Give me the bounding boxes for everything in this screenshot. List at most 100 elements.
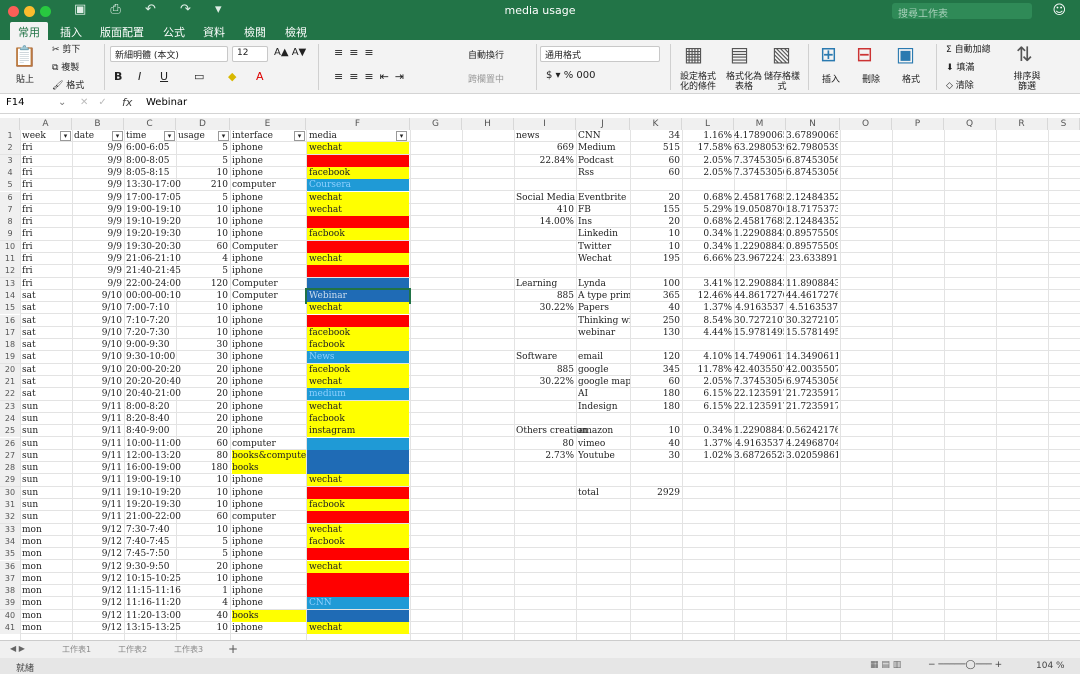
cell[interactable]: Lynda [578, 278, 630, 290]
cell[interactable]: 0.34% [682, 228, 732, 240]
cell[interactable]: Ins [578, 216, 630, 228]
cell[interactable]: 10 [178, 622, 228, 634]
cell[interactable]: week [22, 130, 46, 142]
cell[interactable]: iphone [232, 315, 306, 327]
cell[interactable]: iphone [232, 265, 306, 277]
cell[interactable]: 0.89575509 [786, 228, 838, 240]
cell[interactable]: 42.4035507 [734, 364, 784, 376]
cell[interactable]: 10 [178, 216, 228, 228]
row-header[interactable]: 10 [0, 240, 20, 253]
media-cell[interactable]: facbook [307, 339, 409, 352]
row-header[interactable]: 23 [0, 400, 20, 413]
row-header[interactable]: 37 [0, 572, 20, 585]
cell[interactable]: 9/12 [74, 548, 122, 560]
cell[interactable]: iphone [232, 388, 306, 400]
sheet-tab-3[interactable]: 工作表3 [174, 644, 203, 655]
cell[interactable]: 21:06-21:10 [126, 253, 181, 265]
sort-filter-button[interactable]: 排序與篩選 [1012, 72, 1042, 92]
cell[interactable]: 9/10 [74, 290, 122, 302]
cell[interactable]: 1.37% [682, 302, 732, 314]
media-cell[interactable]: facebook [307, 166, 409, 179]
media-cell[interactable] [307, 548, 409, 561]
cell[interactable]: 195 [630, 253, 680, 265]
cell[interactable]: fri [22, 142, 33, 154]
cell[interactable]: 18.7175373 [786, 204, 838, 216]
cell[interactable]: iphone [232, 622, 306, 634]
cell[interactable]: 20 [178, 376, 228, 388]
cell[interactable]: 19:20-19:30 [126, 228, 181, 240]
cell[interactable]: 8:00-8:20 [126, 401, 169, 413]
format-icon[interactable]: ▣ [896, 42, 915, 66]
cell[interactable]: vimeo [578, 438, 630, 450]
column-header[interactable]: Q [944, 118, 996, 130]
cell[interactable]: 60 [178, 241, 228, 253]
cell[interactable]: 8:20-8:40 [126, 413, 169, 425]
column-header[interactable]: L [682, 118, 734, 130]
cell[interactable]: 10 [630, 241, 680, 253]
media-cell[interactable]: Webinar [305, 287, 411, 304]
cell[interactable]: 30.22% [514, 376, 574, 388]
cell[interactable]: 515 [630, 142, 680, 154]
cell[interactable]: 60 [630, 376, 680, 388]
cell[interactable]: 4.9163537 [734, 302, 784, 314]
cell[interactable]: 10 [178, 499, 228, 511]
cell[interactable]: 8:40-9:00 [126, 425, 169, 437]
cell[interactable]: 16:00-19:00 [126, 462, 181, 474]
media-cell[interactable]: facbook [307, 499, 409, 511]
add-sheet-button[interactable]: + [228, 642, 238, 656]
cell[interactable]: 2.45817685 [734, 216, 784, 228]
cell[interactable]: 5 [178, 265, 228, 277]
cell[interactable]: Linkedin [578, 228, 630, 240]
cell[interactable]: 10 [178, 167, 228, 179]
row-header[interactable]: 7 [0, 203, 20, 216]
cell[interactable]: 4.24968704 [786, 438, 838, 450]
cell[interactable]: fri [22, 278, 33, 290]
cell[interactable]: sun [22, 499, 38, 511]
cell[interactable]: computer [232, 511, 306, 523]
cell[interactable]: 13:15-13:25 [126, 622, 181, 634]
cell[interactable]: 4 [178, 597, 228, 609]
cell[interactable]: 5.29% [682, 204, 732, 216]
cell[interactable]: 80 [514, 438, 574, 450]
row-header[interactable]: 41 [0, 622, 20, 634]
cell[interactable]: 6.66% [682, 253, 732, 265]
cell[interactable]: 11.8908843 [786, 278, 838, 290]
cell[interactable]: 9/12 [74, 585, 122, 597]
cell[interactable]: CNN [578, 130, 630, 142]
cell[interactable]: 20:40-21:00 [126, 388, 181, 400]
cell[interactable]: 30.22% [514, 302, 574, 314]
cell[interactable]: 7.37453056 [734, 376, 784, 388]
cell[interactable]: 6.15% [682, 388, 732, 400]
cell[interactable]: 6.15% [682, 401, 732, 413]
cell[interactable]: 12:00-13:20 [126, 450, 181, 462]
cell[interactable]: sun [22, 450, 38, 462]
cell[interactable]: Wechat [578, 253, 630, 265]
cell[interactable]: 9/12 [74, 524, 122, 536]
cell[interactable]: 14.3490611 [786, 351, 838, 363]
cell[interactable]: 44.8617276 [734, 290, 784, 302]
row-header[interactable]: 26 [0, 437, 20, 450]
cell[interactable]: 9/12 [74, 622, 122, 634]
cell[interactable]: 30 [178, 339, 228, 351]
row-header[interactable]: 25 [0, 425, 20, 438]
function-icon[interactable]: fx [122, 96, 132, 109]
cell[interactable]: sun [22, 401, 38, 413]
cell[interactable]: 5 [178, 548, 228, 560]
cell[interactable]: google map [578, 376, 630, 388]
cell[interactable]: Social Media [516, 192, 575, 204]
media-cell[interactable]: instagram [307, 425, 409, 438]
cell[interactable]: 9/9 [74, 228, 122, 240]
cell[interactable]: 11.78% [682, 364, 732, 376]
cell[interactable]: 12.46% [682, 290, 732, 302]
cell[interactable]: 9/11 [74, 511, 122, 523]
cell[interactable]: 10 [178, 474, 228, 486]
tab-data[interactable]: 資料 [195, 22, 233, 40]
cell[interactable]: date [74, 130, 94, 142]
cell[interactable]: 40 [630, 438, 680, 450]
row-header[interactable]: 29 [0, 474, 20, 487]
row-header[interactable]: 31 [0, 499, 20, 511]
cell[interactable]: 9/10 [74, 339, 122, 351]
tab-formulas[interactable]: 公式 [155, 22, 193, 40]
cell[interactable]: 40 [178, 610, 228, 622]
bold-button[interactable]: B [114, 70, 122, 83]
